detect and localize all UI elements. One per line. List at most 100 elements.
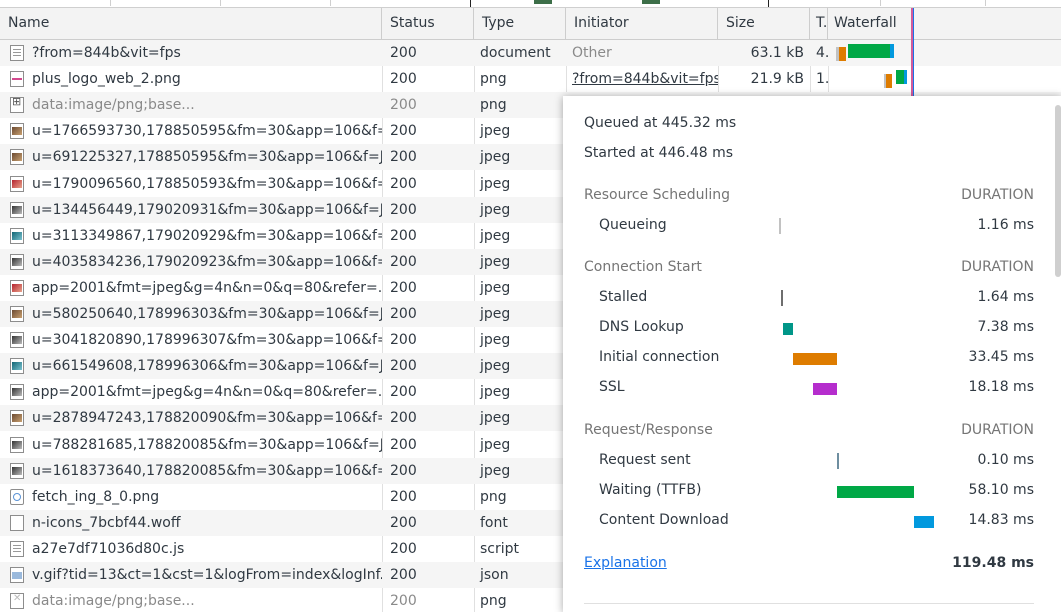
request-name: v.gif?tid=13&ct=1&cst=1&logFrom=index&lo… bbox=[32, 567, 382, 583]
request-name: u=1790096560,178850593&fm=30&app=106&f=.… bbox=[32, 175, 382, 192]
timing-phase-duration: 1.16 ms bbox=[977, 217, 1034, 233]
waterfall-waiting-bar bbox=[848, 44, 890, 58]
timing-phase-bar bbox=[792, 353, 837, 365]
request-type: jpeg bbox=[480, 201, 511, 218]
request-type: jpeg bbox=[480, 462, 511, 479]
request-type: document bbox=[480, 45, 551, 61]
request-name: ?from=844b&vit=fps bbox=[32, 45, 181, 61]
request-name: u=3041820890,178996307&fm=30&app=106&f=.… bbox=[32, 332, 382, 349]
timing-phase-label: DNS Lookup bbox=[599, 319, 684, 335]
column-header-status[interactable]: Status bbox=[382, 8, 474, 39]
request-status: 200 bbox=[390, 201, 417, 218]
request-initiator[interactable]: ?from=844b&vit=fps bbox=[566, 66, 718, 92]
table-header: Name Status Type Initiator Size T. Water… bbox=[0, 8, 1061, 40]
request-name: n-icons_7bcbf44.woff bbox=[32, 514, 181, 531]
request-status: 200 bbox=[390, 332, 417, 349]
request-name: data:image/png;base... bbox=[32, 593, 195, 610]
waterfall-download-bar bbox=[890, 44, 894, 58]
timing-phase-duration: 1.64 ms bbox=[977, 289, 1034, 305]
overview-request-mark bbox=[642, 0, 660, 4]
request-name: u=4035834236,179020923&fm=30&app=106&f=.… bbox=[32, 253, 382, 270]
request-name: u=1618373640,178820085&fm=30&app=106&f=.… bbox=[32, 462, 382, 479]
timing-tooltip: Queued at 445.32 ms Started at 446.48 ms… bbox=[563, 96, 1061, 612]
request-status: 200 bbox=[390, 384, 417, 401]
request-type: png bbox=[480, 488, 507, 505]
request-name: u=3113349867,179020929&fm=30&app=106&f=.… bbox=[32, 227, 382, 244]
request-type: png bbox=[480, 593, 507, 610]
timing-phase-bar bbox=[782, 323, 793, 335]
request-name: app=2001&fmt=jpeg&g=4n&n=0&q=80&refer=..… bbox=[32, 279, 382, 296]
request-name: app=2001&fmt=jpeg&g=4n&n=0&q=80&refer=..… bbox=[32, 384, 382, 401]
timing-phase-duration: 58.10 ms bbox=[968, 482, 1034, 498]
timing-phase-label: Queueing bbox=[599, 217, 667, 233]
timing-phase-bar bbox=[779, 218, 781, 234]
waterfall-connect-bar bbox=[839, 47, 846, 61]
timing-section-title: Connection Start bbox=[584, 259, 702, 275]
request-name: a27e7df71036d80c.js bbox=[32, 540, 185, 557]
request-initiator: Other bbox=[572, 45, 612, 61]
duration-column-label: DURATION bbox=[961, 422, 1034, 438]
request-status: 200 bbox=[390, 306, 417, 322]
timing-phase-bar bbox=[812, 383, 837, 395]
request-status: 200 bbox=[390, 45, 417, 61]
timing-phase-bar bbox=[836, 453, 839, 469]
duration-column-label: DURATION bbox=[961, 187, 1034, 203]
timing-section-title: Request/Response bbox=[584, 422, 713, 438]
overview-strip[interactable] bbox=[0, 0, 1061, 8]
request-status: 200 bbox=[390, 253, 417, 270]
column-header-time[interactable]: T. bbox=[810, 8, 828, 39]
timing-phase-duration: 0.10 ms bbox=[977, 452, 1034, 468]
timing-phase-label: Waiting (TTFB) bbox=[599, 482, 702, 498]
request-type: jpeg bbox=[480, 175, 511, 192]
column-header-initiator[interactable]: Initiator bbox=[566, 8, 718, 39]
request-type: png bbox=[480, 71, 507, 88]
request-type: jpeg bbox=[480, 384, 511, 401]
explanation-link[interactable]: Explanation bbox=[584, 555, 667, 571]
overview-tick bbox=[985, 0, 986, 6]
timing-phase-duration: 18.18 ms bbox=[968, 379, 1034, 395]
timing-phase-label: Request sent bbox=[599, 452, 691, 468]
request-name: u=1766593730,178850595&fm=30&app=106&f=.… bbox=[32, 123, 382, 140]
request-type: jpeg bbox=[480, 279, 511, 296]
request-type: jpeg bbox=[480, 227, 511, 244]
request-status: 200 bbox=[390, 358, 417, 375]
overview-marker bbox=[768, 0, 769, 7]
request-name: plus_logo_web_2.png bbox=[32, 71, 181, 88]
request-time: 4. bbox=[816, 45, 828, 61]
request-type: jpeg bbox=[480, 332, 511, 349]
overview-tick bbox=[330, 0, 331, 6]
timing-phase-bar bbox=[914, 516, 934, 528]
request-status: 200 bbox=[390, 488, 417, 505]
column-header-type[interactable]: Type bbox=[474, 8, 566, 39]
request-time: 1. bbox=[816, 71, 828, 88]
column-header-name[interactable]: Name bbox=[0, 8, 382, 39]
vertical-scrollbar[interactable] bbox=[1055, 105, 1061, 277]
request-row[interactable]: ?from=844b&vit=fps 200 document Other 63.1 k… bbox=[0, 40, 1061, 66]
request-status: 200 bbox=[390, 175, 417, 192]
duration-column-label: DURATION bbox=[961, 259, 1034, 275]
request-name: fetch_ing_8_0.png bbox=[32, 488, 160, 505]
column-header-size[interactable]: Size bbox=[718, 8, 810, 39]
request-name: u=788281685,178820085&fm=30&app=106&f=J.… bbox=[32, 436, 382, 453]
request-status: 200 bbox=[390, 149, 417, 166]
started-at-text: Started at 446.48 ms bbox=[584, 145, 734, 161]
request-name: u=2878947243,178820090&fm=30&app=106&f=.… bbox=[32, 410, 382, 427]
request-type: png bbox=[480, 97, 507, 114]
request-status: 200 bbox=[390, 279, 417, 296]
request-status: 200 bbox=[390, 436, 417, 453]
request-status: 200 bbox=[390, 514, 417, 531]
request-status: 200 bbox=[390, 540, 417, 557]
timing-phase-bar bbox=[837, 486, 915, 498]
request-type: jpeg bbox=[480, 253, 511, 270]
request-status: 200 bbox=[390, 123, 417, 140]
request-size: 21.9 kB bbox=[750, 71, 804, 88]
timing-phase-label: SSL bbox=[599, 379, 625, 395]
request-size: 63.1 kB bbox=[750, 45, 804, 61]
column-header-waterfall[interactable]: Waterfall bbox=[828, 8, 1061, 39]
request-name: u=661549608,178996306&fm=30&app=106&f=J.… bbox=[32, 358, 382, 375]
waterfall-waiting-bar bbox=[896, 70, 904, 84]
request-name: u=134456449,179020931&fm=30&app=106&f=J.… bbox=[32, 201, 382, 218]
timing-section-title: Resource Scheduling bbox=[584, 187, 731, 203]
waterfall-download-bar bbox=[904, 70, 907, 84]
request-type: jpeg bbox=[480, 123, 511, 140]
